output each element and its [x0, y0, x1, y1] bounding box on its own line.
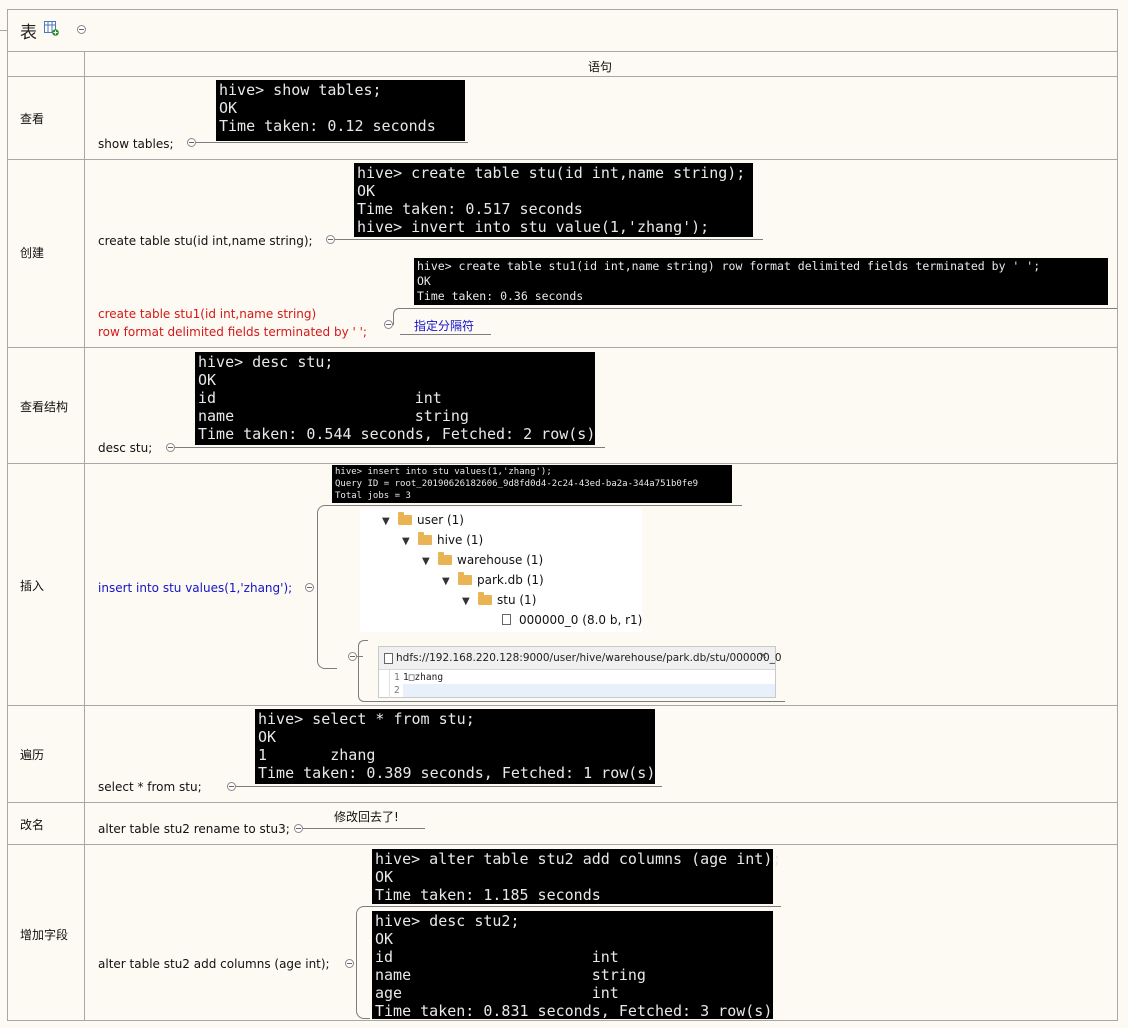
connector — [400, 308, 1117, 309]
row-divider — [7, 159, 1118, 160]
row-divider — [7, 844, 1118, 845]
collapse-toggle-icon[interactable] — [294, 824, 303, 833]
row-label-view: 查看 — [20, 112, 45, 126]
connector — [330, 505, 742, 506]
table-border-bottom — [7, 1020, 1118, 1021]
tree-item[interactable]: ▼ user (1) — [382, 512, 464, 533]
chevron-down-icon[interactable]: ▼ — [442, 576, 454, 587]
collapse-toggle-icon[interactable] — [166, 443, 175, 452]
table-border — [7, 51, 1118, 52]
statement-insert: insert into stu values(1,'zhang'); — [98, 581, 293, 595]
editor-tab-title: hdfs://192.168.220.128:9000/user/hive/wa… — [396, 652, 782, 664]
connector — [236, 786, 662, 787]
terminal-output: hive> select * from stu; OK 1 zhang Time… — [255, 709, 655, 784]
terminal-output: hive> insert into stu values(1,'zhang');… — [332, 465, 732, 503]
table-border-right — [1117, 9, 1118, 1021]
collapse-toggle-icon[interactable] — [345, 959, 354, 968]
row-divider — [7, 76, 1118, 77]
row-divider — [7, 463, 1118, 464]
connector — [317, 505, 337, 669]
connector — [303, 828, 425, 829]
statement-desc: desc stu; — [98, 441, 153, 455]
table-insert-icon[interactable] — [44, 21, 59, 36]
chevron-down-icon[interactable]: ▼ — [382, 516, 394, 527]
file-icon — [502, 614, 511, 625]
collapse-toggle-icon[interactable] — [77, 25, 86, 34]
connector — [358, 640, 368, 702]
current-line-highlight — [403, 684, 775, 697]
statement-show-tables: show tables; — [98, 137, 174, 151]
terminal-output: hive> desc stu2; OK id int name string a… — [372, 911, 773, 1020]
chevron-down-icon[interactable]: ▼ — [422, 556, 434, 567]
folder-icon — [438, 552, 452, 565]
statement-select: select * from stu; — [98, 780, 202, 794]
table-border-top — [7, 9, 1118, 10]
statement-rename: alter table stu2 rename to stu3; — [98, 822, 290, 836]
terminal-output: hive> create table stu(id int,name strin… — [354, 163, 753, 237]
row-label-insert: 插入 — [20, 579, 45, 593]
statement-create-table-delimited: row format delimited fields terminated b… — [98, 325, 367, 339]
chevron-down-icon[interactable]: ▼ — [462, 596, 474, 607]
folder-icon — [418, 532, 432, 545]
statement-create-table: create table stu(id int,name string); — [98, 234, 313, 248]
collapse-toggle-icon[interactable] — [227, 782, 236, 791]
mindmap-title: 表 — [20, 23, 37, 43]
tree-item[interactable]: ▼ warehouse (1) — [422, 552, 543, 573]
note-delimiter: 指定分隔符 — [414, 319, 475, 333]
tree-item[interactable]: ▼ park.db (1) — [442, 572, 544, 593]
column-header: 语句 — [588, 60, 613, 74]
collapse-toggle-icon[interactable] — [187, 138, 196, 147]
note-rename: 修改回去了! — [334, 810, 399, 824]
statement-create-table-delimited: create table stu1(id int,name string) — [98, 307, 317, 321]
connector — [400, 334, 491, 335]
collapse-toggle-icon[interactable] — [384, 320, 393, 329]
tree-item[interactable]: ▼ hive (1) — [402, 532, 483, 553]
row-divider — [7, 802, 1118, 803]
connector — [335, 239, 763, 240]
row-label-traverse: 遍历 — [20, 748, 45, 762]
connector — [356, 906, 370, 1019]
editor-tab[interactable]: hdfs://192.168.220.128:9000/user/hive/wa… — [379, 647, 782, 670]
row-divider — [7, 347, 1118, 348]
row-label-add-column: 增加字段 — [20, 928, 69, 942]
terminal-output: hive> alter table stu2 add columns (age … — [372, 849, 781, 904]
folder-icon — [478, 592, 492, 605]
editor-line: 2 — [379, 684, 775, 698]
row-label-rename: 改名 — [20, 818, 45, 832]
row-label-describe: 查看结构 — [20, 400, 69, 414]
connector — [196, 142, 468, 143]
gutter-divider — [389, 670, 390, 698]
collapse-toggle-icon[interactable] — [348, 652, 357, 661]
folder-icon — [398, 512, 412, 525]
collapse-toggle-icon[interactable] — [326, 235, 335, 244]
connector — [393, 308, 403, 325]
file-icon — [384, 653, 393, 664]
tree-item[interactable]: ▼ stu (1) — [462, 592, 536, 613]
connector — [175, 447, 605, 448]
terminal-output: hive> desc stu; OK id int name string Ti… — [195, 352, 595, 445]
terminal-output: hive> show tables; OK Time taken: 0.12 s… — [216, 80, 465, 141]
close-icon[interactable]: ✕ — [759, 651, 767, 662]
hdfs-file-tree: ▼ user (1) ▼ hive (1) ▼ warehouse (1) ▼ park… — [360, 508, 642, 632]
connector — [365, 701, 785, 702]
connector — [363, 906, 781, 907]
file-editor: hdfs://192.168.220.128:9000/user/hive/wa… — [378, 646, 782, 698]
statement-add-columns: alter table stu2 add columns (age int); — [98, 957, 330, 971]
tree-item[interactable]: 000000_0 (8.0 b, r1) — [502, 613, 642, 633]
table-border-left — [7, 9, 8, 1021]
collapse-toggle-icon[interactable] — [305, 583, 314, 592]
row-divider — [7, 705, 1118, 706]
folder-icon — [458, 572, 472, 585]
column-divider — [84, 51, 85, 1021]
row-label-create: 创建 — [20, 246, 45, 260]
terminal-output: hive> create table stu1(id int,name stri… — [414, 258, 1108, 305]
chevron-down-icon[interactable]: ▼ — [402, 536, 414, 547]
